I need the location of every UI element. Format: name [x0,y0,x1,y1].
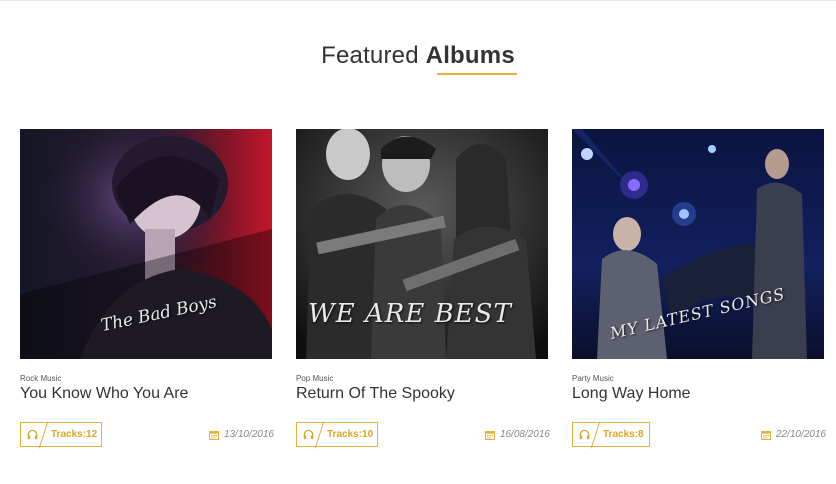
tracks-button[interactable]: Tracks:10 [296,421,378,448]
calendar-icon [208,430,219,440]
tracks-count: Tracks:12 [51,429,98,440]
album-card[interactable]: MY LATEST SONGS Party Music Long Way Hom… [572,129,826,459]
tracks-count: Tracks:8 [603,429,644,440]
album-date: 22/10/2016 [760,429,826,440]
album-title[interactable]: Long Way Home [572,385,691,403]
album-title[interactable]: Return Of The Spooky [296,385,455,403]
album-cover-title: WE ARE BEST [308,299,512,329]
section-title-bold: Albums [425,42,515,69]
album-cover[interactable]: MY LATEST SONGS [572,129,824,359]
album-cover[interactable]: WE ARE BEST [296,129,548,359]
tracks-count: Tracks:10 [327,429,374,440]
album-genre: Party Music [572,374,614,383]
section-title: Featured Albums [0,42,836,70]
album-date: 13/10/2016 [208,429,274,440]
album-genre: Rock Music [20,374,62,383]
section-title-light: Featured [321,42,419,69]
tracks-button[interactable]: Tracks:12 [20,421,102,448]
calendar-icon [484,430,495,440]
album-date-text: 13/10/2016 [223,429,274,440]
album-cover[interactable]: The Bad Boys [20,129,272,359]
album-date-text: 16/08/2016 [499,429,550,440]
album-title[interactable]: You Know Who You Are [20,385,188,403]
title-underline [437,73,517,75]
album-date-text: 22/10/2016 [775,429,826,440]
calendar-icon [760,430,771,440]
album-date: 16/08/2016 [484,429,550,440]
album-genre: Pop Music [296,374,334,383]
tracks-button[interactable]: Tracks:8 [572,421,650,448]
album-card[interactable]: The Bad Boys Rock Music You Know Who You… [20,129,274,459]
album-card[interactable]: WE ARE BEST Pop Music Return Of The Spoo… [296,129,550,459]
top-divider [0,0,836,1]
